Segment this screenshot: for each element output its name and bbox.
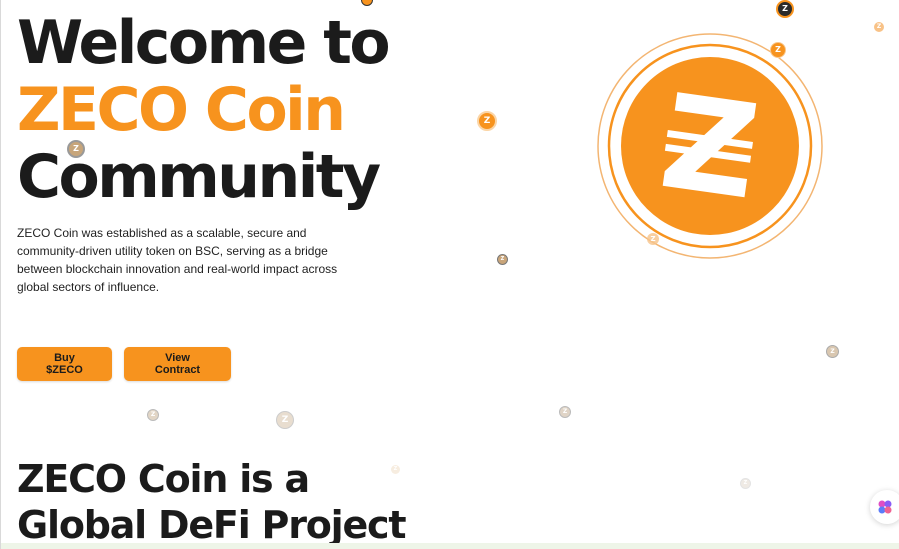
chat-widget-button[interactable] xyxy=(870,490,899,524)
zeco-coin-icon: Z xyxy=(647,233,659,245)
zeco-coin-icon: Z xyxy=(559,406,571,418)
chat-widget-icon xyxy=(878,500,892,514)
zeco-coin-icon: Z xyxy=(770,42,786,58)
zeco-coin-icon: Z xyxy=(477,111,497,131)
zeco-coin-icon: Z xyxy=(391,465,400,474)
zeco-coin-icon: Z xyxy=(740,478,751,489)
zeco-coin-icon: Z xyxy=(874,22,884,32)
section-title-line-2: Global DeFi Project xyxy=(17,503,407,547)
section-title: ZECO Coin is a Global DeFi Project xyxy=(17,456,407,548)
zeco-coin-icon: Z xyxy=(497,254,508,265)
buy-zeco-button[interactable]: Buy $ZECO xyxy=(17,347,112,381)
page: Welcome to ZECO Coin Community ZECO Coin… xyxy=(0,0,899,549)
zeco-coin-logo-icon: Z xyxy=(597,33,823,259)
zeco-coin-icon: Z xyxy=(776,0,794,18)
hero-title: Welcome to ZECO Coin Community xyxy=(17,8,391,211)
zeco-coin-icon: Z xyxy=(826,345,839,358)
view-contract-button[interactable]: View Contract xyxy=(124,347,231,381)
hero-title-line-1: Welcome to xyxy=(17,8,391,78)
zeco-coin-icon: Z xyxy=(276,411,294,429)
hero-title-brand: ZECO Coin xyxy=(17,75,346,145)
zeco-coin-icon: Z xyxy=(67,140,85,158)
section-title-line-1: ZECO Coin is a xyxy=(17,457,310,501)
bottom-bar xyxy=(1,543,899,549)
zeco-coin-icon: Z xyxy=(147,409,159,421)
hero-description: ZECO Coin was established as a scalable,… xyxy=(17,226,338,294)
zeco-coin-icon xyxy=(361,0,373,6)
